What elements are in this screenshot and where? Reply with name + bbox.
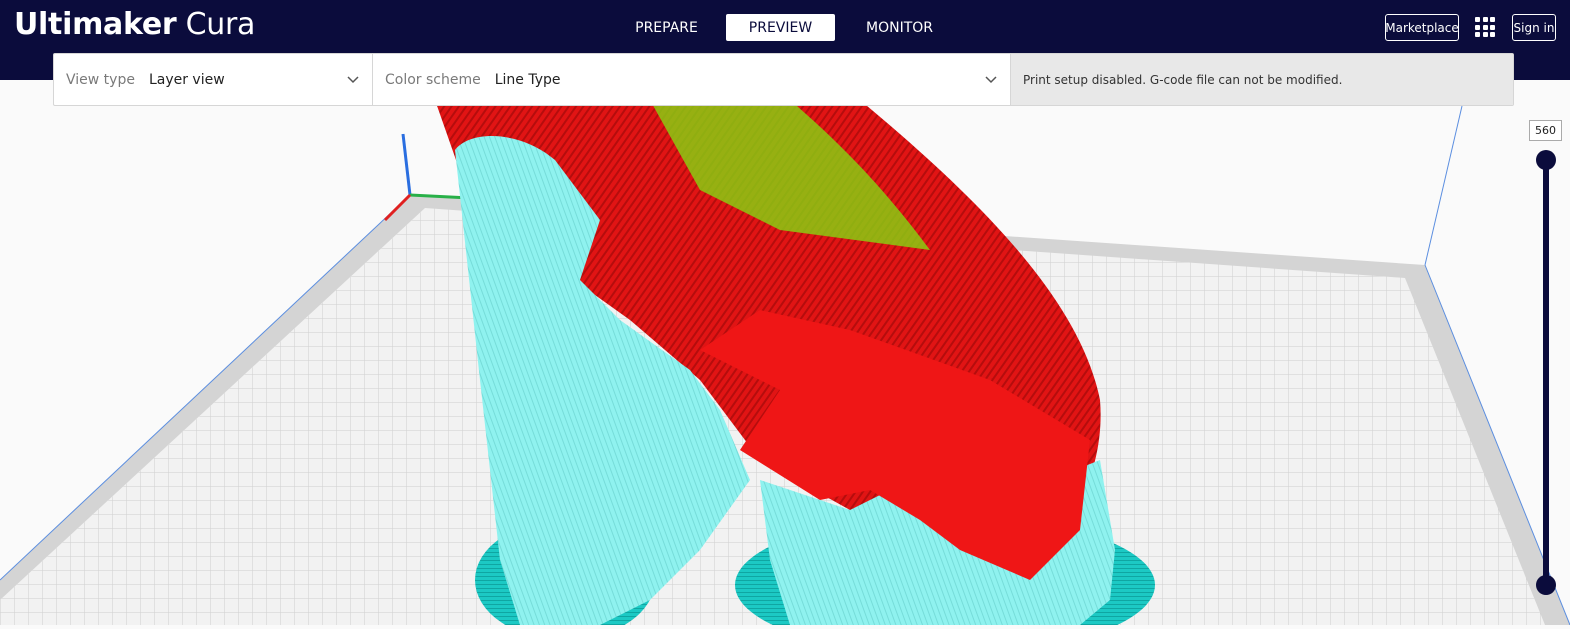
tab-preview[interactable]: PREVIEW [726, 14, 835, 41]
logo-text-light: Cura [185, 7, 256, 42]
view-type-label: View type [66, 71, 135, 88]
color-scheme-value: Line Type [494, 71, 561, 88]
tab-prepare[interactable]: PREPARE [612, 14, 721, 41]
layer-slider-lower-handle[interactable] [1536, 575, 1556, 595]
view-type-value: Layer view [148, 71, 225, 88]
layer-slider-upper-handle[interactable] [1536, 150, 1556, 170]
sign-in-button[interactable]: Sign in [1512, 14, 1556, 41]
app-logo: Ultimaker Cura [14, 7, 255, 42]
logo-text-bold: Ultimaker [14, 7, 177, 42]
3d-viewport[interactable] [0, 80, 1570, 629]
view-type-dropdown[interactable]: View type Layer view [54, 54, 373, 105]
print-setup-message-text: Print setup disabled. G-code file can no… [1023, 72, 1343, 87]
marketplace-button[interactable]: Marketplace [1385, 14, 1459, 41]
color-scheme-label: Color scheme [385, 71, 481, 88]
grid-icon[interactable] [1475, 17, 1495, 37]
color-scheme-dropdown[interactable]: Color scheme Line Type [373, 54, 1011, 105]
chevron-down-icon [347, 76, 359, 84]
chevron-down-icon [985, 76, 997, 84]
tab-monitor[interactable]: MONITOR [845, 14, 954, 41]
layer-slider[interactable] [1536, 150, 1556, 595]
current-layer-field[interactable]: 560 [1529, 120, 1562, 141]
print-setup-message: Print setup disabled. G-code file can no… [1011, 54, 1513, 105]
layer-slider-track[interactable] [1543, 158, 1549, 584]
view-options-bar: View type Layer view Color scheme Line T… [53, 53, 1514, 106]
